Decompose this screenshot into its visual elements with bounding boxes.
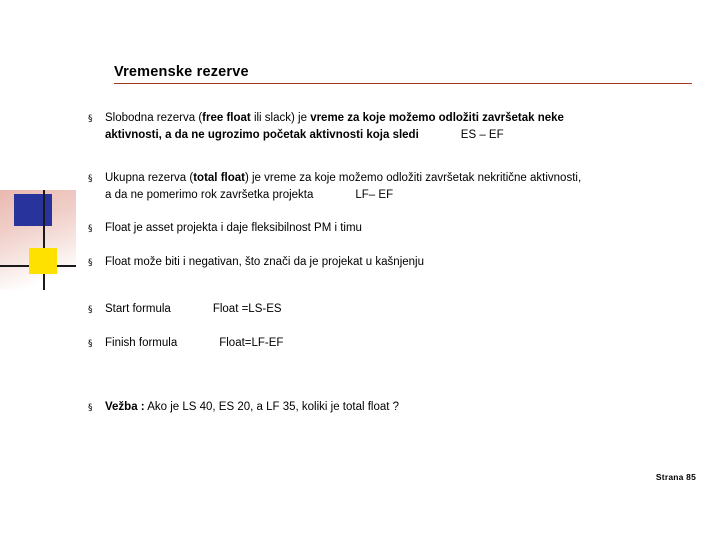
bullet-segment-bold: total float [193, 172, 245, 184]
bullet-icon: § [88, 224, 93, 234]
formula-label: Start formula [105, 303, 171, 315]
exercise-label: Vežba : [105, 401, 145, 413]
bullet-icon: § [88, 174, 93, 184]
bullet-segment-bold: aktivnosti, a da ne ugrozimo početak akt… [105, 128, 419, 141]
bullet-segment-bold: free float [202, 112, 251, 124]
bullet-second-line: a da ne pomerimo rok završetka projekta L… [105, 187, 581, 204]
formula-value: Float=LF-EF [219, 337, 284, 349]
formula-label: Finish formula [105, 337, 178, 349]
bullet-icon: § [88, 258, 93, 268]
bullet-second-line: aktivnosti, a da ne ugrozimo početak akt… [105, 127, 564, 144]
bullet-icon: § [88, 403, 93, 413]
decorative-graphic [0, 190, 76, 290]
decorative-vertical-line [43, 190, 45, 290]
exercise-text: Ako je LS 40, ES 20, a LF 35, koliki je … [144, 401, 400, 413]
slide-title-block: Vremenske rezerve [114, 64, 692, 84]
bullet-finish-formula: § Finish formula Float=LF-EF [88, 335, 688, 352]
title-underline [114, 83, 692, 84]
bullet-text: Slobodna rezerva (free float ili slack) … [105, 110, 564, 143]
bullet-icon: § [88, 114, 93, 124]
bullet-text: Ukupna rezerva (total float) je vreme za… [105, 170, 581, 203]
bullet-text: Float može biti i negativan, što znači d… [105, 256, 424, 268]
decorative-blue-square [14, 194, 52, 226]
bullet-text: Vežba : Ako je LS 40, ES 20, a LF 35, ko… [105, 399, 399, 416]
slide-body: § Slobodna rezerva (free float ili slack… [88, 110, 688, 416]
page-number: Strana 85 [655, 472, 696, 482]
bullet-text: Float je asset projekta i daje fleksibil… [105, 222, 362, 234]
decorative-yellow-square [29, 248, 57, 274]
bullet-vezba: § Vežba : Ako je LS 40, ES 20, a LF 35, … [88, 399, 688, 416]
bullet-segment: a da ne pomerimo rok završetka projekta [105, 188, 314, 201]
bullet-text: Finish formula Float=LF-EF [105, 335, 283, 352]
bullet-segment: Slobodna rezerva ( [105, 112, 203, 124]
page-title: Vremenske rezerve [114, 64, 249, 80]
bullet-start-formula: § Start formula Float =LS-ES [88, 301, 688, 318]
formula-value: Float =LS-ES [212, 303, 282, 315]
bullet-segment-bold: vreme za koje možemo odložiti završetak … [310, 112, 564, 124]
bullet-icon: § [88, 339, 93, 349]
bullet-formula: LF– EF [355, 188, 394, 201]
bullet-float-negativan: § Float može biti i negativan, što znači… [88, 254, 688, 271]
bullet-ukupna-rezerva: § Ukupna rezerva (total float) je vreme … [88, 170, 688, 203]
bullet-float-asset: § Float je asset projekta i daje fleksib… [88, 220, 688, 237]
bullet-segment: Ukupna rezerva ( [105, 172, 194, 184]
bullet-segment: ) je vreme za koje možemo odložiti završ… [244, 172, 582, 184]
bullet-text: Start formula Float =LS-ES [105, 301, 282, 318]
bullet-slobodna-rezerva: § Slobodna rezerva (free float ili slack… [88, 110, 688, 143]
bullet-formula: ES – EF [460, 128, 504, 141]
bullet-segment: ili slack) je [250, 112, 311, 124]
bullet-icon: § [88, 305, 93, 315]
